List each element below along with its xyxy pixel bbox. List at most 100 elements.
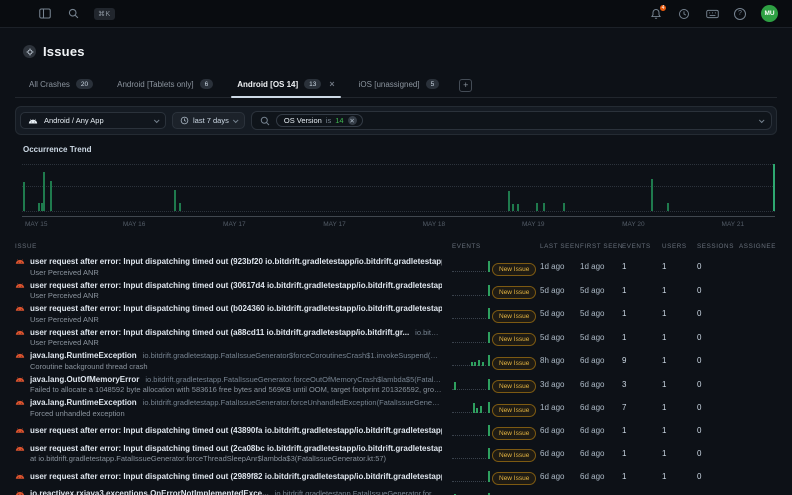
issue-row[interactable]: user request after error: Input dispatch… xyxy=(15,420,777,442)
chart-plot-area[interactable] xyxy=(22,160,775,212)
chart-bar xyxy=(667,203,669,211)
add-view-button[interactable]: + xyxy=(459,79,472,92)
last-seen: 8h ago xyxy=(540,356,580,365)
issue-row[interactable]: user request after error: Input dispatch… xyxy=(15,326,777,350)
users-count: 1 xyxy=(662,380,697,389)
sessions-count: 0 xyxy=(697,286,739,295)
help-icon[interactable]: ? xyxy=(733,7,747,21)
issue-cell[interactable]: user request after error: Input dispatch… xyxy=(15,304,452,324)
column-header-assignee[interactable]: ASSIGNEE xyxy=(739,243,777,250)
events-count: 1 xyxy=(622,309,662,318)
chart-bar xyxy=(43,172,45,211)
issue-view-tabs: All Crashes20Android [Tablets only]6Andr… xyxy=(15,73,777,98)
issue-row[interactable]: io.reactivex.rxjava3.exceptions.OnErrorN… xyxy=(15,487,777,495)
chart-bar xyxy=(536,203,538,211)
notifications-bell-icon[interactable]: 4 xyxy=(649,7,663,21)
occurrence-trend-chart: Occurrence Trend MAY 15MAY 16MAY 17MAY 1… xyxy=(15,145,777,231)
search-shortcut-key: ⌘K xyxy=(94,8,115,20)
issue-subtitle: at io.bitdrift.gradletestapp.FatalIssueG… xyxy=(30,454,442,463)
sessions-count: 0 xyxy=(697,333,739,342)
events-sparkline xyxy=(452,401,490,414)
users-count: 1 xyxy=(662,286,697,295)
column-header-issue[interactable]: ISSUE xyxy=(15,243,452,250)
issue-row[interactable]: user request after error: Input dispatch… xyxy=(15,442,777,466)
tab-label: Android [OS 14] xyxy=(237,80,298,89)
column-header-first-seen[interactable]: FIRST SEEN xyxy=(580,243,622,250)
tab-count-badge: 13 xyxy=(304,79,321,89)
android-crash-icon xyxy=(15,427,25,434)
column-header-events[interactable]: EVENTS xyxy=(622,243,662,250)
chart-bar xyxy=(174,190,176,211)
android-crash-icon xyxy=(15,282,25,289)
events-sparkline xyxy=(452,470,490,483)
android-crash-icon xyxy=(15,376,25,383)
events-count: 3 xyxy=(622,380,662,389)
os-version-filter-chip[interactable]: OS Version is 14 ✕ xyxy=(276,114,363,127)
chart-bar xyxy=(23,182,25,211)
first-seen: 5d ago xyxy=(580,309,622,318)
filter-search-input[interactable]: OS Version is 14 ✕ xyxy=(251,111,772,130)
issue-cell[interactable]: user request after error: Input dispatch… xyxy=(15,281,452,301)
issue-row[interactable]: user request after error: Input dispatch… xyxy=(15,279,777,303)
issue-title: user request after error: Input dispatch… xyxy=(30,426,442,435)
time-range-dropdown[interactable]: last 7 days xyxy=(172,112,245,129)
column-header-users[interactable]: USERS xyxy=(662,243,697,250)
tab-all-crashes[interactable]: All Crashes20 xyxy=(19,73,103,97)
first-seen: 6d ago xyxy=(580,403,622,412)
issue-title: user request after error: Input dispatch… xyxy=(30,257,442,266)
events-count: 1 xyxy=(622,262,662,271)
clock-icon xyxy=(180,116,189,125)
keyboard-shortcuts-icon[interactable] xyxy=(705,7,719,21)
new-issue-badge: New Issue xyxy=(492,404,536,417)
users-count: 1 xyxy=(662,333,697,342)
issue-cell[interactable]: user request after error: Input dispatch… xyxy=(15,257,452,277)
new-issue-badge: New Issue xyxy=(492,380,536,393)
sessions-count: 0 xyxy=(697,472,739,481)
last-seen: 6d ago xyxy=(540,449,580,458)
new-issue-badge: New Issue xyxy=(492,472,536,485)
tab-count-badge: 5 xyxy=(426,79,440,89)
sessions-count: 0 xyxy=(697,380,739,389)
issue-location: io.bitdrift.gradletestapp.FatalIssueGene… xyxy=(143,398,442,407)
issue-row[interactable]: user request after error: Input dispatch… xyxy=(15,302,777,326)
filter-bar: Android / Any App last 7 days OS Version… xyxy=(15,106,777,135)
issue-cell[interactable]: java.lang.RuntimeExceptionio.bitdrift.gr… xyxy=(15,398,452,418)
issue-cell[interactable]: user request after error: Input dispatch… xyxy=(15,472,452,481)
events-sparkline xyxy=(452,378,490,391)
issue-row[interactable]: java.lang.RuntimeExceptionio.bitdrift.gr… xyxy=(15,349,777,373)
column-header-last-seen[interactable]: LAST SEEN xyxy=(540,243,580,250)
events-count: 1 xyxy=(622,333,662,342)
issue-cell[interactable]: io.reactivex.rxjava3.exceptions.OnErrorN… xyxy=(15,489,452,495)
chart-bar xyxy=(512,204,514,211)
search-icon[interactable] xyxy=(66,7,80,21)
first-seen: 5d ago xyxy=(580,333,622,342)
issue-cell[interactable]: user request after error: Input dispatch… xyxy=(15,444,452,464)
sessions-count: 0 xyxy=(697,403,739,412)
issue-cell[interactable]: java.lang.RuntimeExceptionio.bitdrift.gr… xyxy=(15,351,452,371)
user-avatar[interactable]: MU xyxy=(761,5,778,22)
close-tab-icon[interactable]: × xyxy=(329,79,334,89)
tab-ios-unassigned-[interactable]: iOS [unassigned]5 xyxy=(349,73,450,97)
issue-subtitle: Failed to allocate a 1048592 byte alloca… xyxy=(30,385,442,394)
issue-row[interactable]: java.lang.OutOfMemoryErrorio.bitdrift.gr… xyxy=(15,373,777,397)
first-seen: 6d ago xyxy=(580,426,622,435)
last-seen: 1d ago xyxy=(540,403,580,412)
tab-android-os-14-[interactable]: Android [OS 14] 13 × xyxy=(227,73,344,97)
tab-android-tablets-only-[interactable]: Android [Tablets only]6 xyxy=(107,73,223,97)
issue-cell[interactable]: user request after error: Input dispatch… xyxy=(15,426,452,435)
column-header-events[interactable]: EVENTS xyxy=(452,243,492,250)
history-clock-icon[interactable] xyxy=(677,7,691,21)
android-crash-icon xyxy=(15,258,25,265)
column-header-sessions[interactable]: SESSIONS xyxy=(697,243,739,250)
android-crash-icon xyxy=(15,473,25,480)
issue-cell[interactable]: user request after error: Input dispatch… xyxy=(15,328,452,348)
sidebar-toggle-icon[interactable] xyxy=(38,7,52,21)
issue-cell[interactable]: java.lang.OutOfMemoryErrorio.bitdrift.gr… xyxy=(15,375,452,395)
issue-row[interactable]: user request after error: Input dispatch… xyxy=(15,255,777,279)
issue-row[interactable]: user request after error: Input dispatch… xyxy=(15,465,777,487)
issue-row[interactable]: java.lang.RuntimeExceptionio.bitdrift.gr… xyxy=(15,396,777,420)
remove-chip-icon[interactable]: ✕ xyxy=(348,116,357,125)
app-selector-dropdown[interactable]: Android / Any App xyxy=(20,112,166,129)
last-seen: 5d ago xyxy=(540,309,580,318)
sessions-count: 0 xyxy=(697,262,739,271)
